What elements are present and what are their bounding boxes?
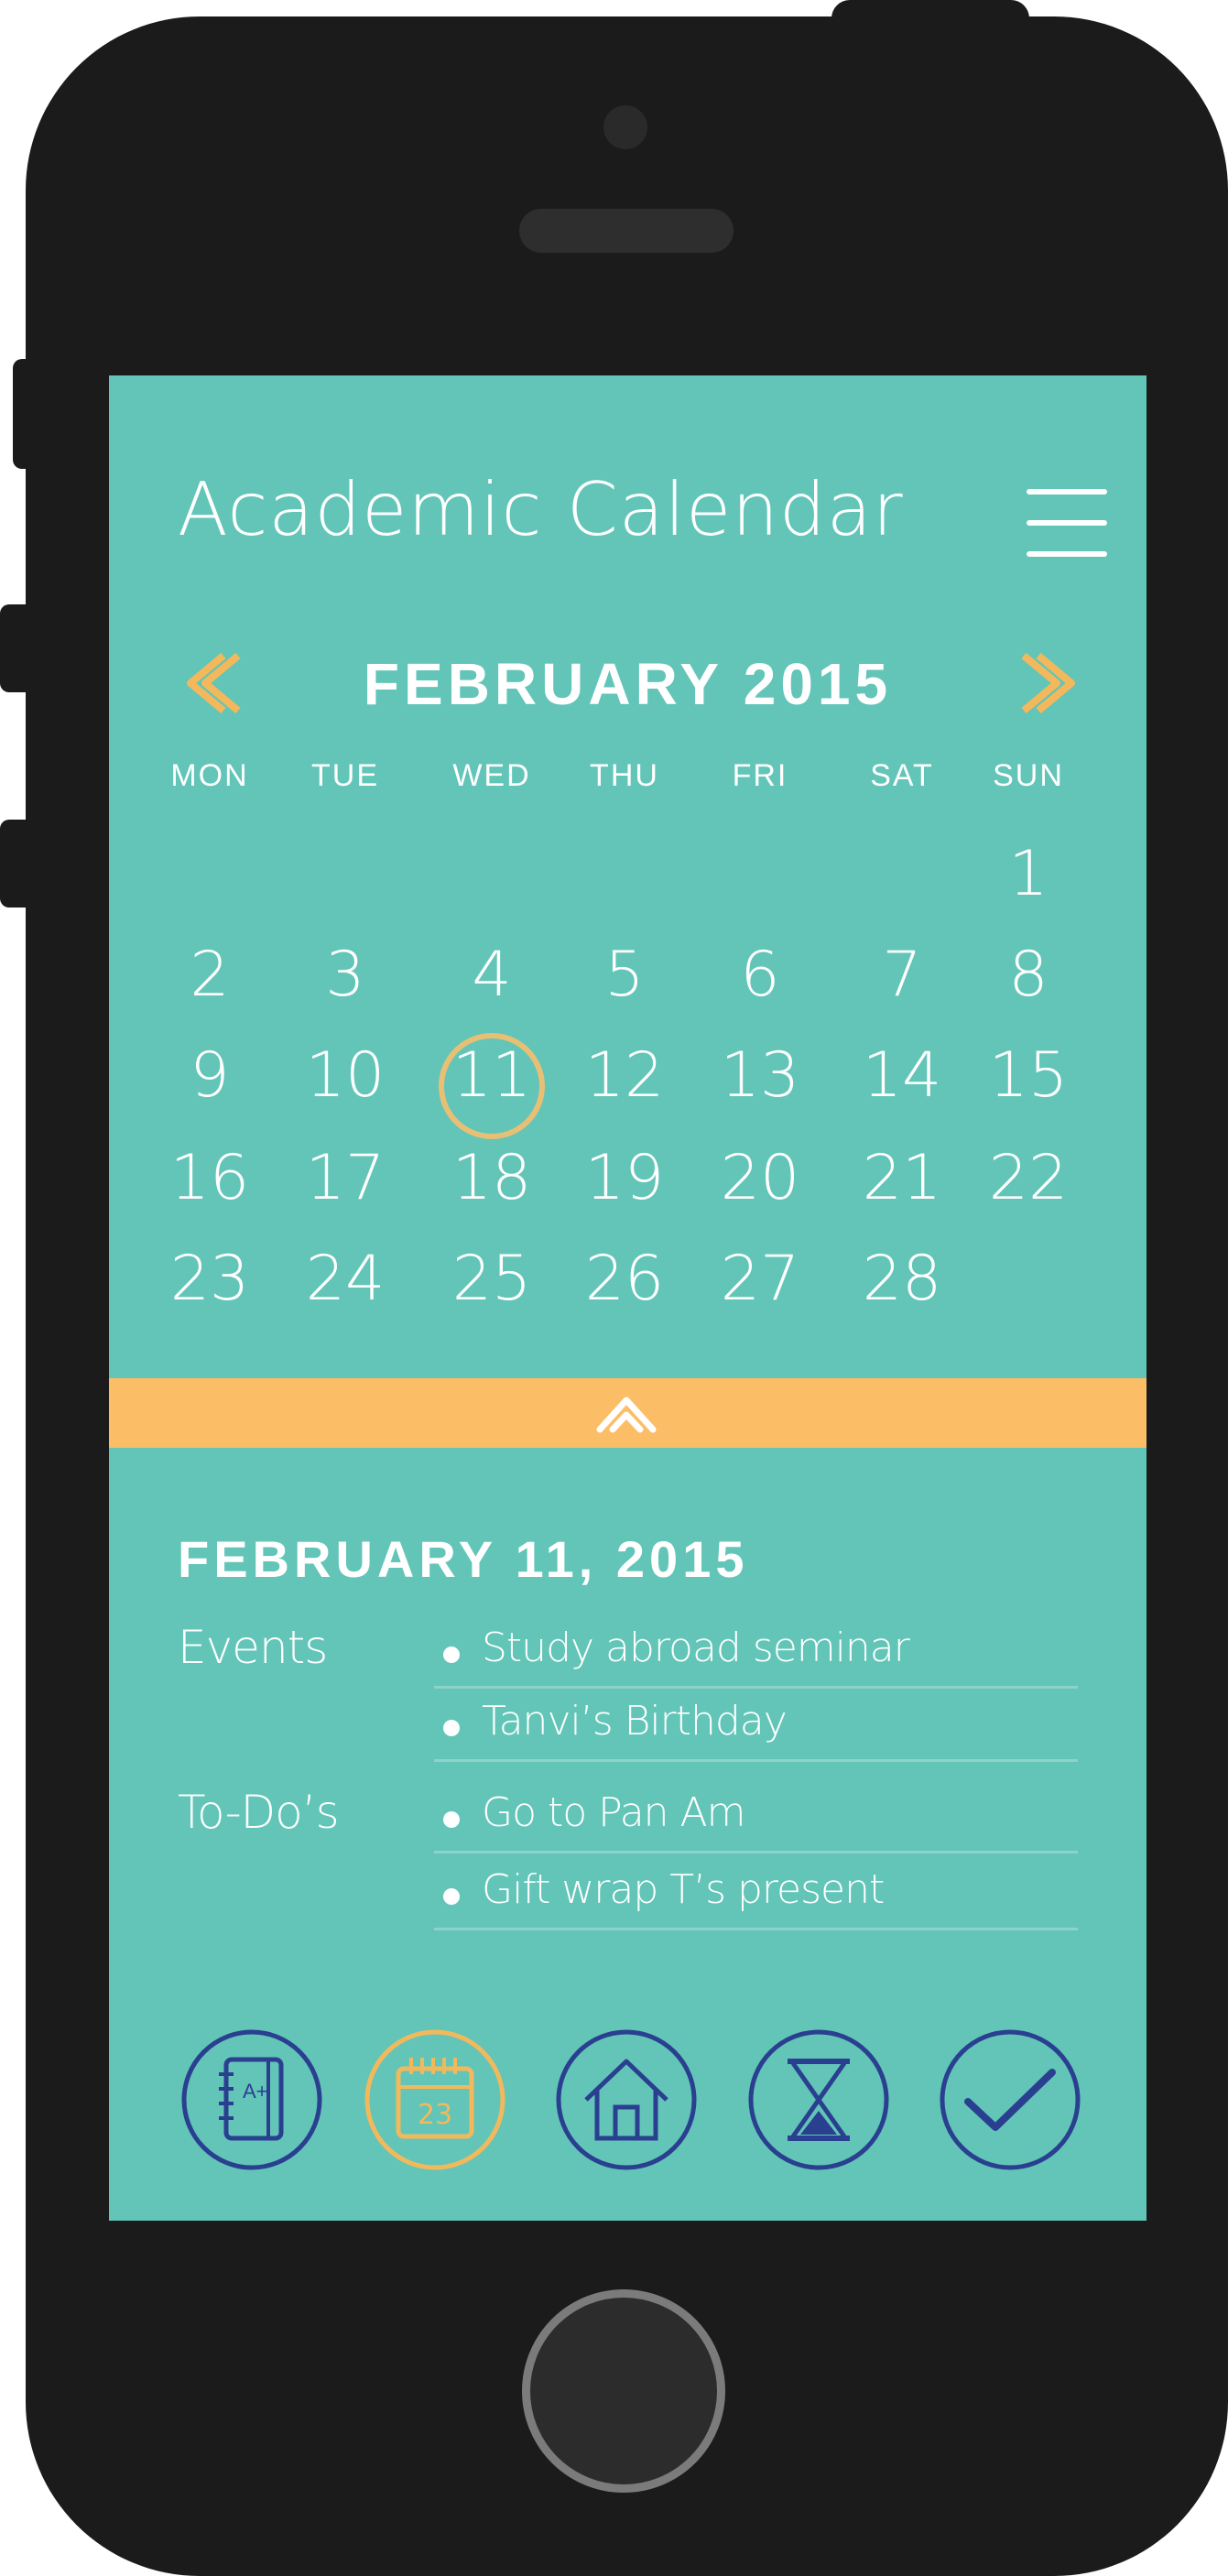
weekday-label: SUN [993,758,1064,793]
next-month-icon[interactable] [1020,650,1084,714]
calendar-day[interactable]: 8 [973,934,1083,1016]
calendar-day[interactable]: 21 [847,1137,957,1220]
weekday-label: SAT [870,758,934,793]
calendar-day[interactable]: 24 [290,1238,400,1321]
event-item[interactable]: Tanvi’s Birthday [434,1694,1078,1762]
calendar-day[interactable]: 5 [570,934,679,1016]
calendar-day[interactable]: 9 [155,1035,265,1117]
todo-item[interactable]: Gift wrap T’s present [434,1863,1078,1930]
calendar-day[interactable]: 14 [847,1035,957,1117]
todo-item[interactable]: Go to Pan Am [434,1786,1078,1853]
calendar-day[interactable]: 22 [973,1137,1083,1220]
calendar-day[interactable]: 4 [437,934,547,1016]
calendar-day[interactable]: 16 [155,1137,265,1220]
calendar-day[interactable]: 13 [705,1035,815,1117]
calendar-day[interactable]: 25 [437,1238,547,1321]
calendar-day[interactable]: 17 [290,1137,400,1220]
event-item[interactable]: Study abroad seminar [434,1621,1078,1689]
list-divider [434,1928,1078,1930]
weekday-label: WED [452,758,531,793]
calendar-day[interactable]: 23 [155,1238,265,1321]
list-divider [434,1759,1078,1762]
calendar-day[interactable]: 15 [973,1035,1083,1117]
calendar-day[interactable]: 27 [705,1238,815,1321]
calendar-day[interactable]: 2 [155,934,265,1016]
hourglass-icon[interactable] [747,2028,890,2171]
hamburger-menu-icon[interactable] [1027,489,1107,557]
calendar-day-selected[interactable]: 11 [437,1035,547,1117]
chevron-up-icon [596,1397,657,1433]
calendar-day[interactable]: 10 [290,1035,400,1117]
bullet-icon [443,1888,460,1905]
calendar-day[interactable]: 1 [973,833,1083,916]
bullet-icon [443,1811,460,1828]
calendar-day[interactable]: 3 [290,934,400,1016]
home-button[interactable] [522,2289,725,2493]
calendar-day[interactable]: 26 [570,1238,679,1321]
notebook-grade-text: A+ [243,2080,268,2103]
todo-text: Go to Pan Am [482,1789,746,1836]
calendar-day[interactable]: 20 [705,1137,815,1220]
bullet-icon [443,1647,460,1663]
expand-collapse-bar[interactable] [109,1378,1146,1448]
weekday-label: THU [590,758,659,793]
calendar-day[interactable]: 12 [570,1035,679,1117]
calendar-day[interactable]: 18 [437,1137,547,1220]
list-divider [434,1851,1078,1853]
app-title: Academic Calendar [178,467,904,552]
todos-label: To-Do’s [178,1786,340,1839]
month-header: FEBRUARY 2015 [109,650,1146,717]
event-text: Tanvi’s Birthday [482,1698,788,1745]
app-screen: Academic Calendar FEBRUARY 2015 MON TUE WE… [109,375,1146,2221]
events-label: Events [178,1621,328,1674]
calendar-icon[interactable]: 23 [364,2028,506,2171]
weekday-label: FRI [732,758,788,793]
selected-date-heading: FEBRUARY 11, 2015 [178,1530,749,1588]
list-divider [434,1686,1078,1689]
home-icon[interactable] [555,2028,698,2171]
bullet-icon [443,1720,460,1736]
calendar-day[interactable]: 28 [847,1238,957,1321]
calendar-day[interactable]: 6 [705,934,815,1016]
weekday-label: TUE [311,758,379,793]
earpiece-speaker [519,209,734,253]
calendar-day[interactable]: 19 [570,1137,679,1220]
todo-text: Gift wrap T’s present [482,1866,885,1913]
calendar-icon-day: 23 [418,2099,452,2131]
month-label: FEBRUARY 2015 [363,651,893,717]
weekday-label: MON [170,758,249,793]
calendar-day[interactable]: 7 [847,934,957,1016]
weekday-header: MON TUE WED THU FRI SAT SUN [109,758,1146,795]
checkmark-icon[interactable] [939,2028,1081,2171]
grades-notebook-icon[interactable]: A+ [180,2028,323,2171]
front-camera [603,105,647,149]
event-text: Study abroad seminar [482,1625,910,1671]
